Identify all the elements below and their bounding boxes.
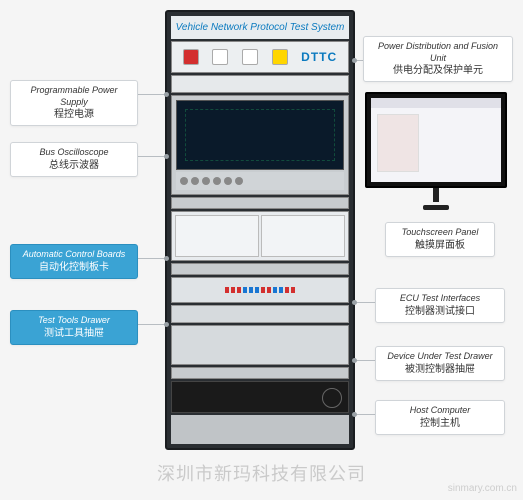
label-ecu-interfaces: ECU Test Interfaces 控制器测试接口 — [375, 288, 505, 323]
label-psu: Programmable Power Supply 程控电源 — [10, 80, 138, 126]
label-en: Automatic Control Boards — [19, 249, 129, 261]
monitor-stand-icon — [423, 188, 449, 210]
brand-label: DTTC — [301, 50, 337, 64]
indicator-icon — [272, 49, 288, 65]
rack-filler — [171, 415, 349, 444]
label-en: Host Computer — [384, 405, 496, 417]
port-icon — [285, 287, 289, 293]
ecu-test-interfaces — [171, 277, 349, 303]
label-cn: 被测控制器抽屉 — [384, 363, 496, 376]
monitor-frame — [365, 92, 507, 188]
blank-panel — [171, 263, 349, 275]
label-cn: 控制主机 — [384, 417, 496, 430]
monitor-screen-icon — [371, 98, 501, 182]
knob-icon — [213, 177, 221, 185]
knob-icon — [191, 177, 199, 185]
label-host-computer: Host Computer 控制主机 — [375, 400, 505, 435]
rack-title: Vehicle Network Protocol Test System — [171, 16, 349, 39]
blank-panel — [171, 197, 349, 209]
automatic-control-boards — [171, 211, 349, 261]
knob-icon — [202, 177, 210, 185]
knob-icon — [224, 177, 232, 185]
power-distribution-unit: DTTC — [171, 41, 349, 73]
oscilloscope-controls — [176, 172, 344, 190]
bus-oscilloscope — [171, 95, 349, 195]
label-test-tools-drawer: Test Tools Drawer 测试工具抽屉 — [10, 310, 138, 345]
label-pdu: Power Distribution and Fusion Unit 供电分配及… — [363, 36, 513, 82]
port-icon — [273, 287, 277, 293]
label-en: Programmable Power Supply — [19, 85, 129, 108]
label-cn: 控制器测试接口 — [384, 305, 496, 318]
port-icon — [255, 287, 259, 293]
port-icon — [267, 287, 271, 293]
port-icon — [225, 287, 229, 293]
leader-dot-icon — [352, 300, 357, 305]
leader-dot-icon — [352, 58, 357, 63]
knob-icon — [180, 177, 188, 185]
label-cn: 触摸屏面板 — [394, 239, 486, 252]
label-en: Device Under Test Drawer — [384, 351, 496, 363]
port-icon — [237, 287, 241, 293]
label-cn: 测试工具抽屉 — [19, 327, 129, 340]
watermark-site: sinmary.com.cn — [448, 483, 517, 494]
label-en: Power Distribution and Fusion Unit — [372, 41, 504, 64]
control-board-icon — [261, 215, 345, 257]
port-icon — [261, 287, 265, 293]
knob-icon — [235, 177, 243, 185]
label-cn: 供电分配及保护单元 — [372, 64, 504, 77]
port-icon — [231, 287, 235, 293]
label-en: Touchscreen Panel — [394, 227, 486, 239]
label-oscilloscope: Bus Oscilloscope 总线示波器 — [10, 142, 138, 177]
leader-dot-icon — [352, 358, 357, 363]
estop-button-icon — [183, 49, 199, 65]
label-dut-drawer: Device Under Test Drawer 被测控制器抽屉 — [375, 346, 505, 381]
leader-dot-icon — [164, 154, 169, 159]
label-en: Test Tools Drawer — [19, 315, 129, 327]
oscilloscope-screen-icon — [176, 100, 344, 170]
label-en: Bus Oscilloscope — [19, 147, 129, 159]
label-cn: 自动化控制板卡 — [19, 261, 129, 274]
device-under-test-drawer — [171, 325, 349, 365]
equipment-rack: Vehicle Network Protocol Test System DTT… — [165, 10, 355, 450]
control-board-icon — [175, 215, 259, 257]
leader-dot-icon — [164, 256, 169, 261]
blank-panel — [171, 367, 349, 379]
port-icon — [243, 287, 247, 293]
label-touchscreen: Touchscreen Panel 触摸屏面板 — [385, 222, 495, 257]
test-tools-drawer — [171, 305, 349, 323]
label-en: ECU Test Interfaces — [384, 293, 496, 305]
label-cn: 程控电源 — [19, 108, 129, 121]
switch-icon — [242, 49, 258, 65]
programmable-power-supply — [171, 75, 349, 93]
leader-dot-icon — [164, 92, 169, 97]
switch-icon — [212, 49, 228, 65]
watermark-main: 深圳市新玛科技有限公司 — [0, 460, 523, 486]
leader-dot-icon — [164, 322, 169, 327]
leader-dot-icon — [352, 412, 357, 417]
label-cn: 总线示波器 — [19, 159, 129, 172]
host-computer — [171, 381, 349, 413]
port-icon — [291, 287, 295, 293]
port-icon — [249, 287, 253, 293]
label-control-boards: Automatic Control Boards 自动化控制板卡 — [10, 244, 138, 279]
port-icon — [279, 287, 283, 293]
touchscreen-monitor — [365, 92, 507, 210]
